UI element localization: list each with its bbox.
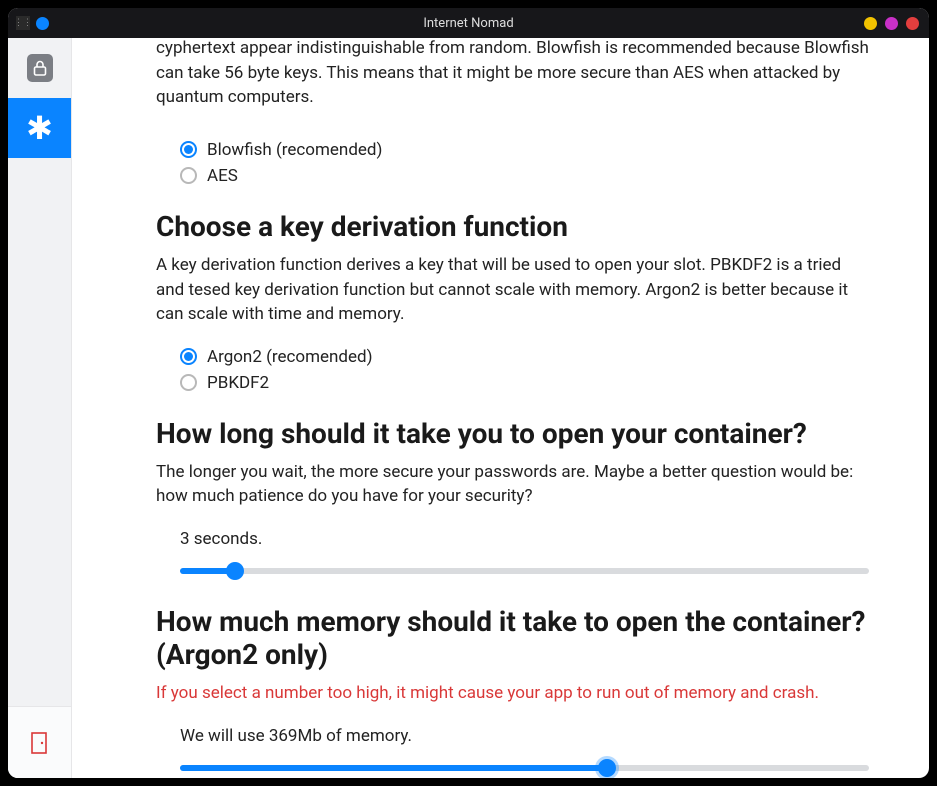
radio-icon: [180, 374, 197, 391]
sidebar-item-lock[interactable]: [8, 38, 71, 98]
window-title: Internet Nomad: [423, 16, 513, 31]
radio-label: AES: [207, 166, 238, 186]
asterisk-icon: ✱: [26, 109, 53, 147]
window-minimize[interactable]: [864, 17, 877, 30]
radio-aes[interactable]: AES: [180, 166, 869, 186]
time-desc: The longer you wait, the more secure you…: [156, 460, 869, 509]
exit-icon: [30, 731, 50, 755]
time-slider[interactable]: [180, 561, 869, 581]
slider-fill: [180, 765, 607, 771]
radio-label: Blowfish (recomended): [207, 140, 382, 160]
radio-blowfish[interactable]: Blowfish (recomended): [180, 140, 869, 160]
radio-label: Argon2 (recomended): [207, 347, 373, 367]
main-scroll[interactable]: cyphertext appear indistinguishable from…: [72, 38, 929, 778]
window-close[interactable]: [906, 17, 919, 30]
slider-thumb[interactable]: [226, 562, 244, 580]
radio-icon: [180, 167, 197, 184]
titlebar: ⋮⋮ Internet Nomad: [8, 8, 929, 38]
radio-pbkdf2[interactable]: PBKDF2: [180, 373, 869, 393]
radio-argon2[interactable]: Argon2 (recomended): [180, 347, 869, 367]
time-value-label: 3 seconds.: [180, 529, 869, 549]
memory-heading: How much memory should it take to open t…: [156, 605, 869, 671]
window-maximize[interactable]: [885, 17, 898, 30]
kdf-heading: Choose a key derivation function: [156, 210, 869, 243]
slider-thumb[interactable]: [598, 759, 616, 777]
radio-icon: [180, 141, 197, 158]
memory-value-label: We will use 369Mb of memory.: [180, 726, 869, 746]
memory-warning: If you select a number too high, it migh…: [156, 681, 869, 706]
app-menu-icon[interactable]: ⋮⋮: [16, 16, 30, 30]
memory-slider[interactable]: [180, 758, 869, 778]
radio-icon: [180, 348, 197, 365]
window-dot-blue: [36, 17, 49, 30]
slider-track: [180, 568, 869, 574]
lock-icon: [27, 54, 53, 82]
radio-label: PBKDF2: [207, 373, 269, 393]
kdf-options: Argon2 (recomended) PBKDF2: [180, 347, 869, 393]
sidebar-item-exit[interactable]: [8, 706, 71, 778]
cipher-desc-truncated: cyphertext appear indistinguishable from…: [156, 38, 869, 110]
kdf-desc: A key derivation function derives a key …: [156, 253, 869, 327]
sidebar: ✱: [8, 38, 72, 778]
sidebar-item-settings[interactable]: ✱: [8, 98, 71, 158]
time-heading: How long should it take you to open your…: [156, 417, 869, 450]
cipher-options: Blowfish (recomended) AES: [180, 140, 869, 186]
